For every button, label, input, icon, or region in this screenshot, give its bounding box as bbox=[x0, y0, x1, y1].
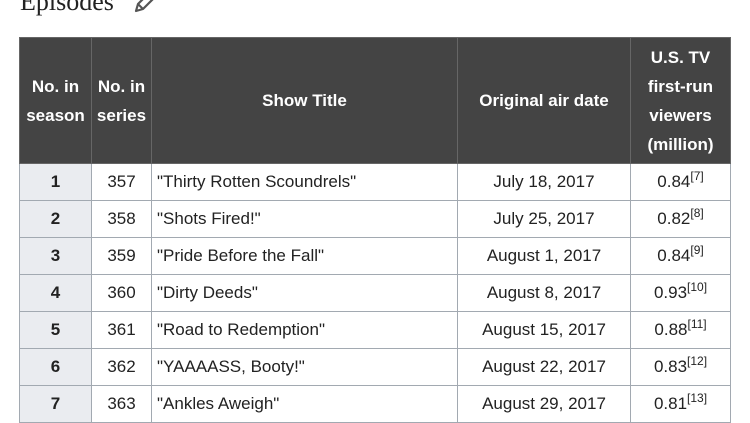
table-row: 3 359 "Pride Before the Fall" August 1, … bbox=[19, 237, 731, 275]
pencil-edit-icon[interactable] bbox=[132, 0, 158, 15]
cell-airdate: August 15, 2017 bbox=[457, 311, 631, 349]
cell-airdate: August 8, 2017 bbox=[457, 274, 631, 312]
section-title: Episodes bbox=[20, 0, 114, 16]
reference-link[interactable]: [13] bbox=[687, 391, 707, 405]
cell-title: "YAAAASS, Booty!" bbox=[151, 348, 458, 386]
cell-title: "Road to Redemption" bbox=[151, 311, 458, 349]
reference-link[interactable]: [8] bbox=[690, 206, 703, 220]
header-no-in-season: No. in season bbox=[19, 37, 92, 164]
cell-season: 5 bbox=[19, 311, 92, 349]
reference-link[interactable]: [11] bbox=[687, 317, 706, 331]
cell-season: 7 bbox=[19, 385, 92, 423]
cell-airdate: August 29, 2017 bbox=[457, 385, 631, 423]
cell-series: 360 bbox=[91, 274, 152, 312]
cell-series: 359 bbox=[91, 237, 152, 275]
cell-season: 3 bbox=[19, 237, 92, 275]
table-header-row: No. in season No. in series Show Title O… bbox=[19, 37, 731, 164]
reference-link[interactable]: [7] bbox=[690, 169, 703, 183]
cell-airdate: July 25, 2017 bbox=[457, 200, 631, 238]
cell-title: "Ankles Aweigh" bbox=[151, 385, 458, 423]
table-row: 4 360 "Dirty Deeds" August 8, 2017 0.93[… bbox=[19, 274, 731, 312]
table-row: 5 361 "Road to Redemption" August 15, 20… bbox=[19, 311, 731, 349]
header-show-title: Show Title bbox=[151, 37, 458, 164]
cell-title: "Shots Fired!" bbox=[151, 200, 458, 238]
episodes-table: No. in season No. in series Show Title O… bbox=[19, 37, 731, 423]
cell-viewers: 0.81[13] bbox=[630, 385, 731, 423]
cell-viewers: 0.88[11] bbox=[630, 311, 731, 349]
cell-series: 362 bbox=[91, 348, 152, 386]
cell-season: 2 bbox=[19, 200, 92, 238]
table-row: 1 357 "Thirty Rotten Scoundrels" July 18… bbox=[19, 163, 731, 201]
header-viewers: U.S. TV first-run viewers (million) bbox=[630, 37, 731, 164]
section-heading: Episodes bbox=[20, 0, 158, 17]
cell-airdate: July 18, 2017 bbox=[457, 163, 631, 201]
cell-title: "Dirty Deeds" bbox=[151, 274, 458, 312]
cell-airdate: August 1, 2017 bbox=[457, 237, 631, 275]
table-row: 7 363 "Ankles Aweigh" August 29, 2017 0.… bbox=[19, 385, 731, 423]
header-no-in-series: No. in series bbox=[91, 37, 152, 164]
cell-season: 1 bbox=[19, 163, 92, 201]
cell-airdate: August 22, 2017 bbox=[457, 348, 631, 386]
table-row: 2 358 "Shots Fired!" July 25, 2017 0.82[… bbox=[19, 200, 731, 238]
cell-title: "Pride Before the Fall" bbox=[151, 237, 458, 275]
cell-series: 363 bbox=[91, 385, 152, 423]
cell-title: "Thirty Rotten Scoundrels" bbox=[151, 163, 458, 201]
cell-viewers: 0.83[12] bbox=[630, 348, 731, 386]
table-row: 6 362 "YAAAASS, Booty!" August 22, 2017 … bbox=[19, 348, 731, 386]
cell-season: 6 bbox=[19, 348, 92, 386]
reference-link[interactable]: [9] bbox=[690, 243, 703, 257]
cell-series: 361 bbox=[91, 311, 152, 349]
cell-viewers: 0.84[7] bbox=[630, 163, 731, 201]
header-original-air-date: Original air date bbox=[457, 37, 631, 164]
reference-link[interactable]: [12] bbox=[687, 354, 707, 368]
cell-series: 357 bbox=[91, 163, 152, 201]
cell-series: 358 bbox=[91, 200, 152, 238]
cell-viewers: 0.82[8] bbox=[630, 200, 731, 238]
cell-viewers: 0.84[9] bbox=[630, 237, 731, 275]
reference-link[interactable]: [10] bbox=[687, 280, 707, 294]
cell-season: 4 bbox=[19, 274, 92, 312]
cell-viewers: 0.93[10] bbox=[630, 274, 731, 312]
